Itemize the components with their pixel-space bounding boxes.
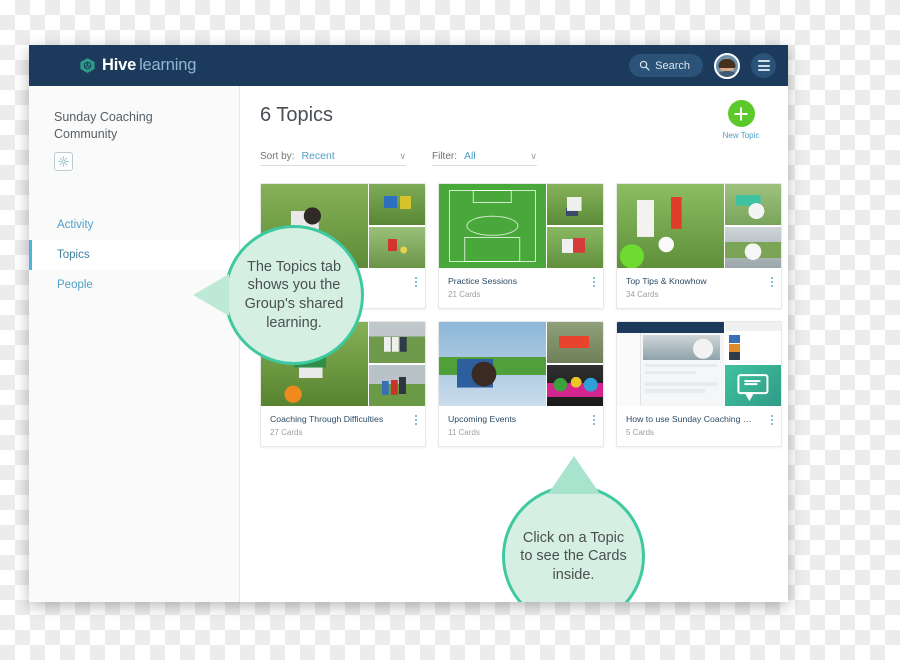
sidebar: Sunday Coaching Community Activity Topic…: [29, 86, 240, 602]
content-area: Sunday Coaching Community Activity Topic…: [29, 86, 788, 602]
topic-card-menu-icon[interactable]: [593, 277, 595, 287]
topic-card[interactable]: Upcoming Events 11 Cards: [438, 321, 604, 447]
search-icon: [639, 60, 650, 71]
top-navigation-bar: Hive learning Search: [29, 45, 788, 86]
group-settings-button[interactable]: [54, 151, 73, 171]
collage-tile: [547, 184, 603, 226]
topic-card-count: 11 Cards: [448, 428, 480, 437]
collage-tile: [725, 322, 781, 364]
topic-card-count: 5 Cards: [626, 428, 655, 437]
hamburger-menu-icon[interactable]: [751, 53, 776, 78]
topic-card[interactable]: Practice Sessions 21 Cards: [438, 183, 604, 309]
new-topic-button[interactable]: New Topic: [710, 100, 772, 140]
screenshot-row: [644, 382, 718, 386]
topic-card-menu-icon[interactable]: [415, 277, 417, 287]
page-title: 6 Topics: [260, 104, 334, 126]
topic-card-title: Practice Sessions: [448, 276, 518, 286]
collage-tile: [617, 322, 724, 406]
topic-card-meta: Top Tips & Knowhow 34 Cards: [617, 268, 781, 308]
search-button-label: Search: [655, 59, 690, 72]
sidebar-item-topics[interactable]: Topics: [29, 239, 239, 270]
filter-label: Filter:: [432, 151, 457, 162]
topic-card-collage: [617, 322, 781, 406]
topic-card[interactable]: Top Tips & Knowhow 34 Cards: [616, 183, 782, 309]
avatar-shoulders: [716, 70, 738, 77]
collage-tile: [439, 322, 546, 406]
collage-tile: [439, 184, 546, 268]
sort-by-value: Recent: [301, 150, 335, 162]
tooltip-topics-text: The Topics tab shows you the Group's sha…: [244, 258, 344, 331]
gear-icon: [58, 156, 69, 167]
collage-tile: [617, 184, 724, 268]
topic-card-title: How to use Sunday Coaching Com...: [626, 414, 769, 424]
speech-bubble-icon: [737, 373, 769, 401]
topic-card-title: Coaching Through Difficulties: [270, 414, 384, 424]
collage-tile: [547, 226, 603, 268]
menu-line: [757, 60, 770, 62]
topic-card-meta: How to use Sunday Coaching Com... 5 Card…: [617, 406, 781, 446]
screenshot-row: [644, 389, 705, 393]
sort-by-label: Sort by:: [260, 151, 295, 162]
brand-logo[interactable]: Hive learning: [79, 56, 196, 75]
sidebar-item-activity[interactable]: Activity: [29, 210, 239, 240]
topic-card-title: Top Tips & Knowhow: [626, 276, 707, 286]
bubble-line: [743, 383, 757, 386]
filter-dropdown[interactable]: Filter: All ∨: [432, 150, 537, 166]
tooltip-cards-text: Click on a Topic to see the Cards inside…: [520, 529, 627, 583]
topic-card[interactable]: How to use Sunday Coaching Com... 5 Card…: [616, 321, 782, 447]
collage-tile: [369, 364, 425, 406]
pitch-marking: [464, 236, 521, 263]
app-window: Hive learning Search Sunday Coaching Com…: [29, 45, 788, 602]
tooltip-topics-tab: The Topics tab shows you the Group's sha…: [193, 225, 364, 365]
brand-name-learning: learning: [139, 56, 197, 74]
collage-tile: [369, 184, 425, 226]
list-controls: Sort by: Recent ∨ Filter: All ∨: [254, 150, 766, 166]
topic-card-collage: [439, 184, 603, 268]
topic-card-menu-icon[interactable]: [771, 277, 773, 287]
avatar[interactable]: [714, 52, 740, 79]
screenshot-row: [644, 364, 718, 368]
bubble-line: [743, 379, 761, 382]
collage-tile: [547, 364, 603, 406]
new-topic-label: New Topic: [722, 131, 760, 140]
screenshot-sidebar: [617, 332, 641, 406]
search-button[interactable]: Search: [629, 54, 703, 77]
menu-line: [757, 69, 770, 71]
menu-line: [757, 64, 770, 67]
group-title: Sunday Coaching Community: [54, 110, 153, 141]
collage-tile: [725, 364, 781, 406]
topic-card-meta: Practice Sessions 21 Cards: [439, 268, 603, 308]
collage-tile: [547, 322, 603, 364]
chevron-down-icon: ∨: [530, 151, 537, 161]
header-actions: Search: [629, 52, 776, 79]
screenshot-header: [617, 322, 724, 333]
brand-name-hive: Hive: [102, 56, 137, 74]
topic-card-menu-icon[interactable]: [593, 415, 595, 425]
tooltip-pointer: [193, 274, 229, 316]
collage-tile: [369, 322, 425, 364]
chevron-down-icon: ∨: [399, 151, 406, 161]
topic-card-meta: Coaching Through Difficulties 27 Cards: [261, 406, 425, 446]
topic-card-count: 34 Cards: [626, 290, 659, 299]
screenshot-hero: [642, 334, 720, 360]
topic-card-count: 27 Cards: [270, 428, 303, 437]
plus-icon: [727, 100, 755, 127]
avatar-hair: [718, 58, 736, 68]
collage-tile: [725, 184, 781, 226]
topic-card-meta: Upcoming Events 11 Cards: [439, 406, 603, 446]
tooltip-pointer: [547, 456, 600, 494]
topic-card-menu-icon[interactable]: [771, 415, 773, 425]
collage-tile: [369, 226, 425, 268]
topic-card-menu-icon[interactable]: [415, 415, 417, 425]
topic-card-collage: [617, 184, 781, 268]
screenshot-row: [644, 370, 697, 375]
filter-value: All: [464, 150, 476, 162]
pitch-marking: [473, 189, 512, 204]
hive-hexagon-icon: [80, 58, 95, 73]
sort-by-dropdown[interactable]: Sort by: Recent ∨: [260, 150, 406, 166]
topic-card-collage: [439, 322, 603, 406]
collage-tile: [725, 226, 781, 268]
topic-card-count: 21 Cards: [448, 290, 481, 299]
topic-card-title: Upcoming Events: [448, 414, 517, 424]
